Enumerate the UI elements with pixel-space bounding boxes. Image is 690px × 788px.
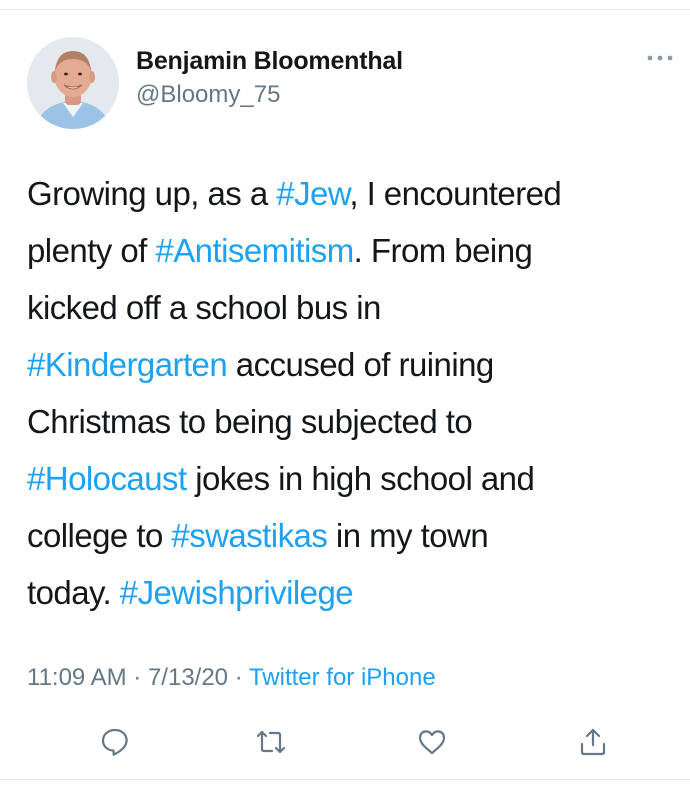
meta-separator: · — [228, 664, 249, 691]
tweet-text-line: today. #Jewishprivilege — [27, 564, 682, 621]
author-handle[interactable]: @Bloomy_75 — [136, 80, 403, 110]
share-icon — [580, 728, 606, 756]
tweet-text-segment: in my town — [327, 517, 489, 554]
tweet-author: Benjamin Bloomenthal @Bloomy_75 — [136, 46, 403, 110]
tweet-text-segment: plenty of — [27, 232, 156, 269]
hashtag-link[interactable]: #Kindergarten — [27, 346, 228, 383]
tweet-time: 11:09 AM — [27, 664, 127, 691]
tweet-text-segment: Growing up, as a — [27, 175, 277, 212]
tweet-text-segment: kicked off a school bus in — [27, 289, 381, 326]
tweet-meta: 11:09 AM · 7/13/20 · Twitter for iPhone — [27, 660, 436, 696]
meta-separator: · — [126, 664, 148, 691]
tweet-text-segment: jokes in high school and — [186, 460, 535, 497]
like-icon — [418, 730, 446, 755]
tweet-text-line: Growing up, as a #Jew, I encountered — [27, 165, 682, 222]
retweet-button[interactable] — [249, 720, 293, 764]
hashtag-link[interactable]: #swastikas — [171, 517, 327, 554]
hashtag-link[interactable]: #Jewishprivilege — [120, 574, 354, 611]
more-horizontal-icon — [647, 55, 673, 61]
tweet-text-line: college to #swastikas in my town — [27, 507, 682, 564]
top-divider — [0, 9, 690, 10]
tweet-text: Growing up, as a #Jew, I encountered plen… — [27, 165, 682, 621]
retweet-icon — [256, 730, 286, 754]
tweet-text-segment: Christmas to being subjected to — [27, 403, 473, 440]
tweet-text-line: Christmas to being subjected to — [27, 393, 682, 450]
profile-photo-icon — [27, 37, 119, 129]
tweet-text-line: #Holocaust jokes in high school and — [27, 450, 682, 507]
like-button[interactable] — [410, 720, 454, 764]
tweet-text-line: #Kindergarten accused of ruining — [27, 336, 682, 393]
tweet-date: 7/13/20 — [147, 664, 229, 691]
hashtag-link[interactable]: #Antisemitism — [155, 232, 354, 269]
hashtag-link[interactable]: #Holocaust — [27, 460, 187, 497]
tweet-text-segment: today. — [27, 574, 120, 611]
tweet-text-segment: college to — [27, 517, 172, 554]
reply-icon — [101, 728, 128, 756]
more-options-button[interactable] — [645, 48, 675, 68]
tweet-text-segment: , I encountered — [349, 175, 562, 212]
hashtag-link[interactable]: #Jew — [276, 175, 350, 212]
reply-button[interactable] — [93, 720, 137, 764]
avatar[interactable] — [27, 37, 119, 129]
tweet-source-link[interactable]: Twitter for iPhone — [249, 664, 436, 691]
tweet-text-segment: . From being — [353, 232, 533, 269]
author-display-name[interactable]: Benjamin Bloomenthal — [136, 46, 403, 76]
tweet-text-segment: accused of ruining — [227, 346, 495, 383]
tweet-text-line: kicked off a school bus in — [27, 279, 682, 336]
tweet-actions — [0, 720, 690, 764]
share-button[interactable] — [571, 720, 615, 764]
bottom-divider — [0, 779, 690, 780]
tweet-text-line: plenty of #Antisemitism. From being — [27, 222, 682, 279]
